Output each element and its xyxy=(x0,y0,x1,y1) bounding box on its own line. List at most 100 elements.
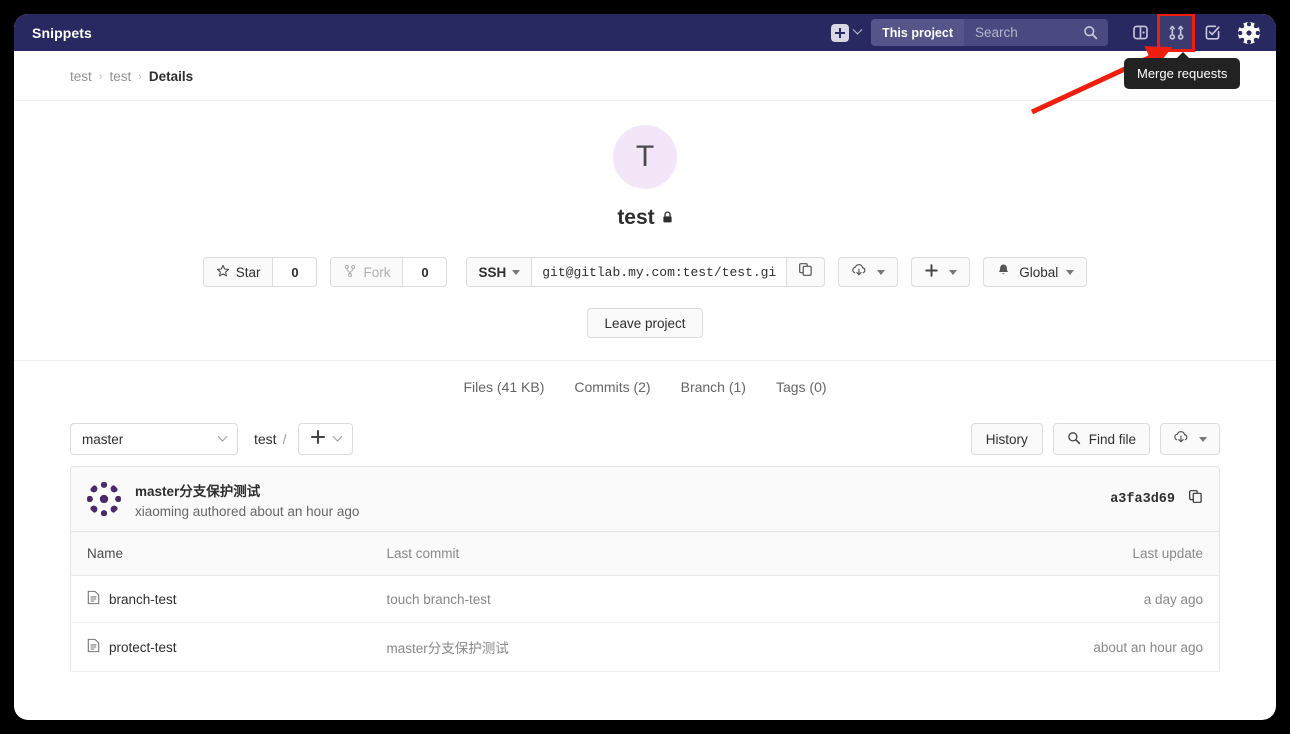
clone-url-input[interactable]: git@gitlab.my.com:test/test.gi xyxy=(531,257,788,287)
file-last-update: a day ago xyxy=(910,575,1220,623)
top-navbar: Snippets This project Search xyxy=(14,14,1276,52)
stat-files[interactable]: Files (41 KB) xyxy=(463,379,544,395)
file-name-cell[interactable]: branch-test xyxy=(87,590,355,608)
star-count[interactable]: 0 xyxy=(273,257,318,287)
star-button[interactable]: Star xyxy=(202,257,274,287)
star-button-group: Star 0 xyxy=(202,257,318,287)
lock-icon xyxy=(662,206,673,230)
download-icon xyxy=(851,263,867,281)
caret-down-icon xyxy=(949,269,958,275)
file-last-commit[interactable]: touch branch-test xyxy=(370,575,911,623)
search-icon xyxy=(1083,25,1098,45)
clone-protocol-label: SSH xyxy=(478,264,507,280)
project-stats: Files (41 KB) Commits (2) Branch (1) Tag… xyxy=(14,360,1276,412)
fork-label: Fork xyxy=(363,264,391,280)
copy-icon[interactable] xyxy=(1188,489,1203,509)
chevron-down-icon xyxy=(852,24,863,35)
stat-commits[interactable]: Commits (2) xyxy=(574,379,650,395)
search-scope-label[interactable]: This project xyxy=(871,19,964,46)
add-dropdown[interactable] xyxy=(911,257,971,287)
fork-icon xyxy=(343,264,357,281)
column-header-update: Last update xyxy=(910,532,1220,576)
commit-text-block: master分支保护测试 xiaoming authored about an … xyxy=(135,480,359,519)
project-actions: Star 0 Fork 0 SSH git@gitlab.my.com:test… xyxy=(14,257,1276,287)
notification-dropdown[interactable]: Global xyxy=(983,257,1088,287)
project-header: T test Star 0 Fork 0 SSH git@gitlab.my.c… xyxy=(14,101,1276,412)
download-dropdown[interactable] xyxy=(838,257,899,287)
breadcrumb-separator: › xyxy=(138,70,142,83)
project-name: test xyxy=(617,206,655,229)
column-header-commit: Last commit xyxy=(370,532,911,576)
repo-download-dropdown[interactable] xyxy=(1160,423,1220,455)
breadcrumb-item-group[interactable]: test xyxy=(70,69,92,84)
caret-down-icon xyxy=(1199,436,1207,442)
download-icon xyxy=(1173,430,1189,448)
file-name: protect-test xyxy=(109,639,177,655)
bell-icon xyxy=(996,263,1011,281)
star-icon xyxy=(216,264,230,281)
find-file-button[interactable]: Find file xyxy=(1052,423,1150,455)
breadcrumb-separator: › xyxy=(98,70,103,83)
todos-icon[interactable] xyxy=(1194,14,1230,51)
branch-selector[interactable]: master xyxy=(70,423,238,455)
repository-browser: master test / History Find file master分支… xyxy=(14,412,1276,672)
file-tree-table: Name Last commit Last update branch-test… xyxy=(70,532,1220,672)
repo-path-root[interactable]: test xyxy=(254,431,277,447)
fork-count[interactable]: 0 xyxy=(403,257,448,287)
fork-button[interactable]: Fork xyxy=(330,257,404,287)
breadcrumb-item-project[interactable]: test xyxy=(109,69,131,84)
user-avatar[interactable] xyxy=(1238,21,1260,44)
table-row[interactable]: branch-test touch branch-test a day ago xyxy=(70,575,1220,623)
issues-icon[interactable] xyxy=(1122,14,1158,51)
search-input[interactable]: Search xyxy=(964,19,1108,46)
stat-tags[interactable]: Tags (0) xyxy=(776,379,827,395)
search-bar[interactable]: This project Search xyxy=(871,19,1108,46)
create-new-dropdown[interactable] xyxy=(827,23,871,42)
file-name: branch-test xyxy=(109,591,177,607)
breadcrumb-current: Details xyxy=(148,69,194,84)
find-file-label: Find file xyxy=(1088,431,1136,447)
clone-url-group: SSH git@gitlab.my.com:test/test.gi xyxy=(466,257,826,287)
caret-down-icon xyxy=(877,269,886,275)
file-icon xyxy=(87,590,100,608)
last-commit-panel: master分支保护测试 xiaoming authored about an … xyxy=(70,466,1220,532)
column-header-name: Name xyxy=(70,532,371,576)
search-icon xyxy=(1067,431,1081,448)
notification-label: Global xyxy=(1019,264,1059,280)
page-title: test xyxy=(14,206,1276,230)
table-header-row: Name Last commit Last update xyxy=(70,532,1220,576)
nav-brand-snippets[interactable]: Snippets xyxy=(32,25,92,41)
search-placeholder: Search xyxy=(975,25,1018,40)
commit-message[interactable]: master分支保护测试 xyxy=(135,480,359,500)
plus-icon xyxy=(924,263,939,281)
navbar-right-group: This project Search xyxy=(827,14,1276,52)
table-row[interactable]: protect-test master分支保护测试 about an hour … xyxy=(70,622,1220,672)
caret-down-icon xyxy=(512,269,521,275)
fork-button-group: Fork 0 xyxy=(330,257,448,287)
file-last-commit[interactable]: master分支保护测试 xyxy=(370,622,911,672)
stat-branches[interactable]: Branch (1) xyxy=(681,379,746,395)
copy-icon xyxy=(798,262,813,282)
commit-sha[interactable]: a3fa3d69 xyxy=(1110,492,1175,507)
project-avatar: T xyxy=(613,125,677,189)
clone-protocol-dropdown[interactable]: SSH xyxy=(466,257,532,287)
leave-project-row: Leave project xyxy=(14,308,1276,338)
commit-hash-group: a3fa3d69 xyxy=(1110,489,1203,509)
caret-down-icon xyxy=(1066,269,1075,275)
star-label: Star xyxy=(235,264,261,280)
merge-requests-icon[interactable] xyxy=(1157,14,1195,52)
copy-url-button[interactable] xyxy=(787,257,826,287)
add-to-tree-dropdown[interactable] xyxy=(298,423,354,455)
repo-path-breadcrumb: test / xyxy=(254,431,286,447)
chevron-down-icon xyxy=(333,431,343,442)
history-button[interactable]: History xyxy=(970,423,1043,455)
file-name-cell[interactable]: protect-test xyxy=(87,638,355,656)
commit-meta: xiaoming authored about an hour ago xyxy=(135,503,360,519)
file-last-update: about an hour ago xyxy=(910,622,1220,672)
branch-name: master xyxy=(82,431,124,447)
commit-author-avatar xyxy=(87,482,121,516)
leave-project-button[interactable]: Leave project xyxy=(587,308,703,338)
plus-icon xyxy=(310,429,326,450)
plus-square-icon xyxy=(831,23,850,42)
app-window: Snippets This project Search Merge reque… xyxy=(14,14,1276,720)
